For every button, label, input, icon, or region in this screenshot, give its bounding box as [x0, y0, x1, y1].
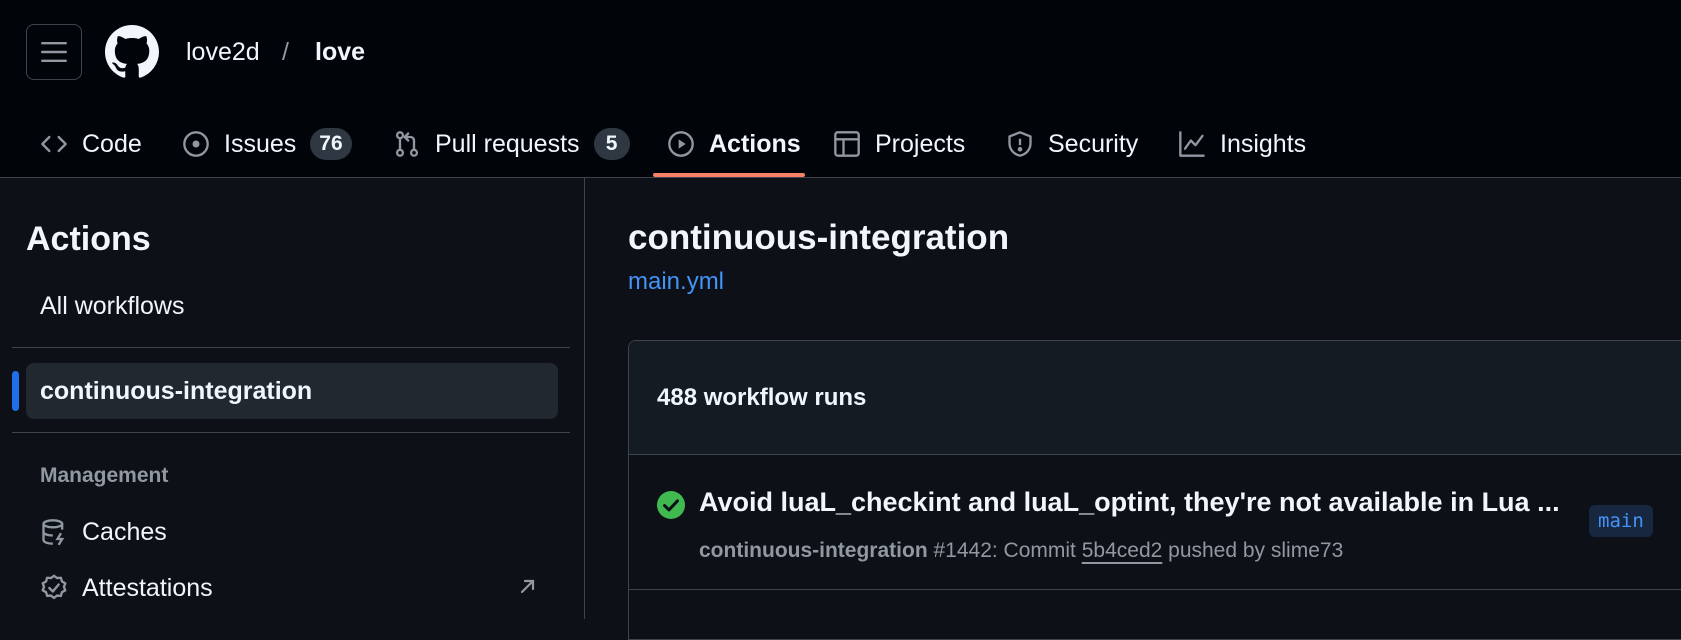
- tab-code[interactable]: Code: [40, 112, 142, 176]
- sidebar-item-label: Caches: [82, 517, 167, 546]
- code-icon: [41, 135, 67, 153]
- run-meta: continuous-integration #1442: Commit 5b4…: [699, 539, 1343, 563]
- workflow-main: continuous-integration main.yml 488 work…: [586, 178, 1681, 640]
- branch-badge[interactable]: main: [1589, 505, 1653, 537]
- runs-count: 488 workflow runs: [657, 384, 867, 411]
- tab-issues[interactable]: Issues 76: [182, 112, 352, 176]
- run-title-link[interactable]: Avoid luaL_checkint and luaL_optint, the…: [699, 487, 1560, 518]
- tab-pull-requests[interactable]: Pull requests 5: [393, 112, 630, 176]
- tab-label: Pull requests: [435, 129, 580, 158]
- sidebar-item-continuous-integration[interactable]: continuous-integration: [26, 363, 558, 419]
- pull-requests-counter: 5: [593, 128, 630, 160]
- shield-icon: [1008, 131, 1032, 157]
- tab-actions[interactable]: Actions: [667, 112, 801, 176]
- tab-label: Issues: [224, 129, 297, 158]
- commit-sha-link[interactable]: 5b4ced2: [1082, 539, 1163, 562]
- tab-insights[interactable]: Insights: [1178, 112, 1306, 176]
- play-icon: [668, 131, 694, 157]
- workflow-runs-list: 488 workflow runs Avoid luaL_checkint an…: [628, 340, 1681, 640]
- sidebar-title: Actions: [26, 220, 151, 258]
- database-icon: [42, 519, 65, 546]
- breadcrumb-separator: /: [282, 38, 289, 66]
- hamburger-icon: [41, 42, 67, 62]
- workflow-file-link[interactable]: main.yml: [628, 268, 724, 296]
- divider: [12, 432, 570, 433]
- sidebar-item-caches[interactable]: Caches: [40, 512, 167, 552]
- menu-button[interactable]: [26, 24, 82, 80]
- selected-indicator: [12, 371, 19, 411]
- git-pull-request-icon: [395, 131, 419, 157]
- sidebar-item-all-workflows[interactable]: All workflows: [40, 292, 184, 321]
- tab-label: Actions: [709, 129, 801, 158]
- runs-header: 488 workflow runs: [629, 341, 1681, 455]
- actions-sidebar: Actions All workflows continuous-integra…: [0, 178, 585, 619]
- issue-opened-icon: [183, 131, 209, 157]
- sidebar-item-label: Attestations: [82, 573, 213, 602]
- divider: [12, 347, 570, 348]
- tab-label: Projects: [875, 129, 966, 158]
- repo-nav: Code Issues 76 Pull requests 5 Actions P…: [0, 112, 1681, 178]
- sidebar-item-attestations[interactable]: Attestations: [40, 568, 213, 608]
- tab-label: Insights: [1220, 129, 1307, 158]
- run-workflow-name: continuous-integration: [699, 539, 928, 562]
- breadcrumb-repo[interactable]: love: [315, 38, 365, 67]
- tab-label: Security: [1048, 129, 1139, 158]
- verified-icon: [41, 574, 67, 600]
- issues-counter: 76: [310, 128, 352, 160]
- active-tab-indicator: [653, 173, 805, 177]
- tab-projects[interactable]: Projects: [833, 112, 965, 176]
- run-meta-prefix: #1442: Commit: [927, 539, 1082, 562]
- run-meta-suffix: pushed by slime73: [1162, 539, 1344, 562]
- breadcrumb-owner[interactable]: love2d: [186, 38, 260, 67]
- workflow-title: continuous-integration: [628, 218, 1010, 257]
- sidebar-item-label: continuous-integration: [40, 376, 313, 405]
- tab-label: Code: [82, 129, 142, 158]
- global-header: love2d / love Code Issues 76 Pull reques…: [0, 0, 1681, 178]
- sidebar-section-management: Management: [40, 464, 169, 487]
- external-link-icon[interactable]: [518, 576, 538, 596]
- table-row[interactable]: Avoid luaL_checkint and luaL_optint, the…: [629, 455, 1681, 590]
- tab-security[interactable]: Security: [1006, 112, 1138, 176]
- github-logo-icon[interactable]: [105, 25, 159, 79]
- table-icon: [834, 131, 860, 157]
- graph-icon: [1179, 131, 1205, 157]
- check-circle-fill-icon: [657, 491, 685, 519]
